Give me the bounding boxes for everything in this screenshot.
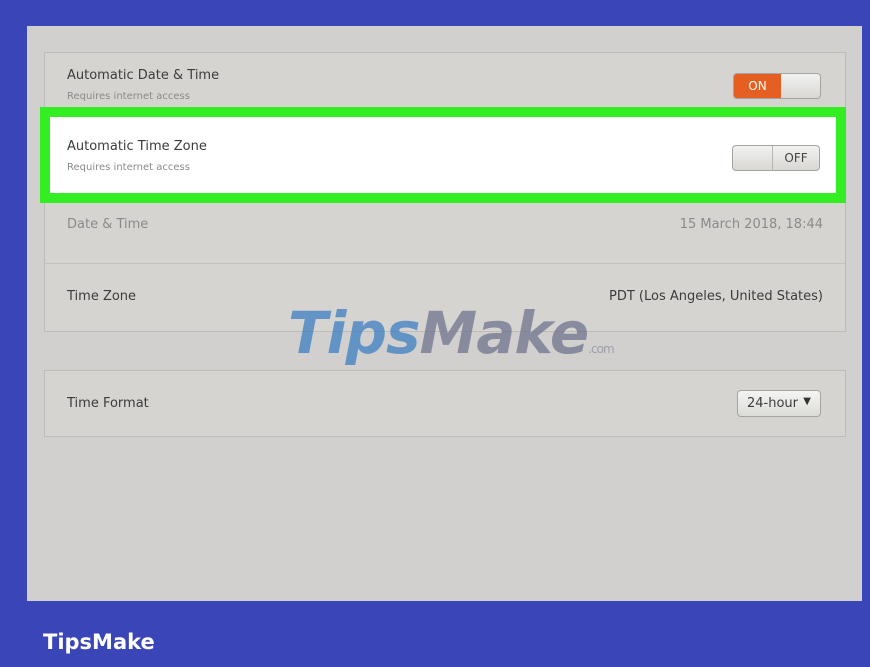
auto-time-zone-title: Automatic Time Zone <box>67 139 207 154</box>
time-format-row: Time Format 24-hour ▼ <box>45 371 845 436</box>
auto-time-zone-subtitle: Requires internet access <box>67 162 190 173</box>
time-zone-label: Time Zone <box>67 289 137 304</box>
auto-time-zone-row: Automatic Time Zone Requires internet ac… <box>50 117 836 193</box>
chevron-down-icon: ▼ <box>803 396 811 407</box>
time-zone-value: PDT (Los Angeles, United States) <box>609 289 823 304</box>
auto-date-time-toggle[interactable]: ON <box>733 73 821 99</box>
watermark-part1: Tips <box>288 299 420 367</box>
toggle-on-label: ON <box>734 74 781 98</box>
date-time-row: Date & Time 15 March 2018, 18:44 <box>45 193 845 263</box>
date-time-label: Date & Time <box>67 217 149 232</box>
time-format-selected: 24-hour <box>747 396 799 411</box>
auto-date-time-subtitle: Requires internet access <box>67 91 190 102</box>
time-format-label: Time Format <box>67 396 149 411</box>
highlight-box: Automatic Time Zone Requires internet ac… <box>40 107 846 203</box>
watermark-suffix: .com <box>588 342 614 356</box>
date-time-value: 15 March 2018, 18:44 <box>679 217 823 232</box>
toggle-off-label: OFF <box>772 146 819 170</box>
watermark-part2: Make <box>419 299 589 367</box>
watermark-logo: TipsMake.com <box>288 304 615 362</box>
time-format-dropdown[interactable]: 24-hour ▼ <box>737 390 821 417</box>
auto-date-time-title: Automatic Date & Time <box>67 68 220 83</box>
auto-time-zone-toggle[interactable]: OFF <box>732 145 820 171</box>
time-format-group: Time Format 24-hour ▼ <box>44 370 846 437</box>
brand-label: TipsMake <box>43 630 155 654</box>
